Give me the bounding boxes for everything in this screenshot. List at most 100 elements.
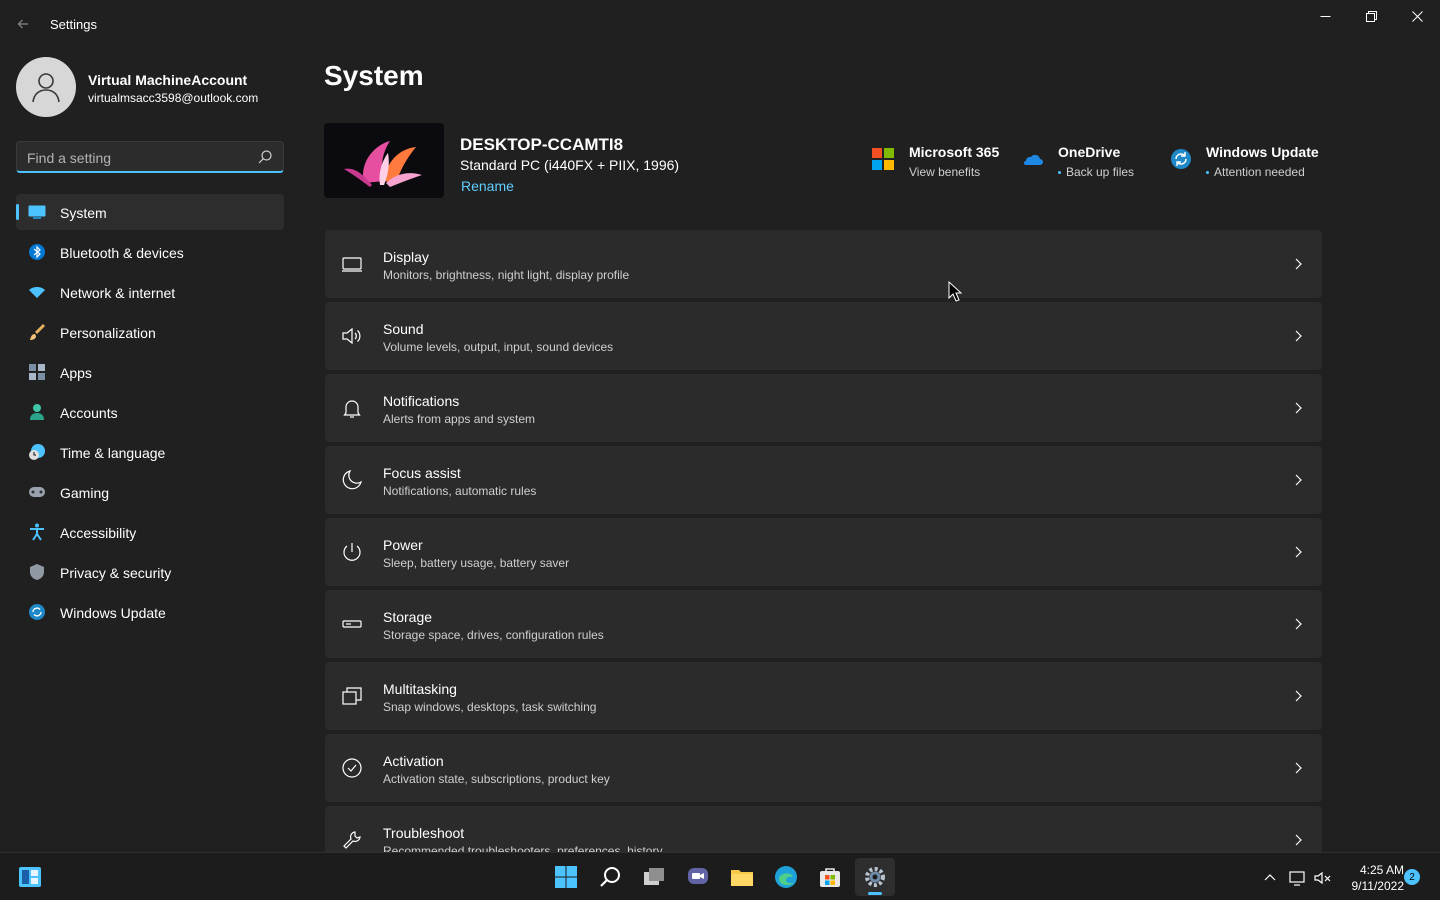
sidebar-item-windows-update[interactable]: Windows Update	[16, 594, 284, 630]
chevron-right-icon	[1295, 618, 1302, 630]
profile-name: Virtual MachineAccount	[88, 72, 248, 88]
update-icon	[28, 603, 46, 621]
card-notifications[interactable]: Notifications Alerts from apps and syste…	[325, 374, 1322, 442]
arrow-left-icon	[17, 19, 28, 29]
power-icon	[343, 543, 361, 561]
sidebar-item-accessibility[interactable]: Accessibility	[16, 514, 284, 550]
taskbar-clock[interactable]: 4:25 AM 9/11/2022	[1338, 862, 1405, 894]
quick-link-title: Microsoft 365	[909, 144, 1000, 160]
card-multitasking[interactable]: Multitasking Snap windows, desktops, tas…	[325, 662, 1322, 730]
card-display[interactable]: Display Monitors, brightness, night ligh…	[325, 230, 1322, 298]
search-taskbar-button[interactable]	[590, 858, 630, 896]
card-title: Sound	[383, 321, 424, 337]
card-power[interactable]: Power Sleep, battery usage, battery save…	[325, 518, 1322, 586]
status-dot	[1058, 171, 1061, 175]
check-circle-icon	[342, 758, 362, 778]
search-box[interactable]	[16, 141, 284, 173]
card-description: Alerts from apps and system	[383, 412, 536, 426]
chat-button[interactable]	[678, 858, 718, 896]
chat-icon	[688, 868, 708, 884]
profile-email: virtualmsacc3598@outlook.com	[88, 91, 259, 105]
quick-link-microsoft-365[interactable]: Microsoft 365 View benefits	[872, 142, 1012, 182]
card-storage[interactable]: Storage Storage space, drives, configura…	[325, 590, 1322, 658]
sidebar-item-network[interactable]: Network & internet	[16, 274, 284, 310]
store-icon	[820, 868, 840, 887]
sidebar-item-label: Gaming	[60, 485, 110, 501]
widgets-button[interactable]	[10, 858, 50, 896]
quick-link-subtitle: View benefits	[909, 165, 981, 179]
sidebar-item-label: Privacy & security	[60, 565, 172, 581]
microsoft-store-button[interactable]	[810, 858, 850, 896]
storage-icon	[342, 620, 362, 628]
quick-link-subtitle-row: Attention needed	[1206, 165, 1305, 179]
speaker-icon	[342, 327, 361, 345]
account-profile[interactable]: Virtual MachineAccount virtualmsacc3598@…	[16, 57, 286, 117]
network-tray-button[interactable]	[1289, 869, 1307, 887]
sidebar-item-bluetooth[interactable]: Bluetooth & devices	[16, 234, 284, 270]
close-button[interactable]	[1394, 0, 1440, 32]
card-description: Snap windows, desktops, task switching	[383, 700, 597, 714]
back-button[interactable]	[12, 14, 34, 34]
page-title: System	[324, 60, 424, 91]
search-icon[interactable]	[257, 149, 273, 165]
status-dot	[1206, 171, 1209, 175]
close-icon	[1411, 10, 1423, 22]
microsoft-365-icon	[872, 148, 894, 170]
sidebar-item-system[interactable]: System	[16, 194, 284, 230]
accounts-icon	[28, 403, 46, 421]
card-troubleshoot[interactable]: Troubleshoot Recommended troubleshooters…	[325, 806, 1322, 852]
card-description: Activation state, subscriptions, product…	[383, 772, 610, 786]
sidebar-item-accounts[interactable]: Accounts	[16, 394, 284, 430]
sidebar-item-personalization[interactable]: Personalization	[16, 314, 284, 350]
sidebar-item-time-language[interactable]: Time & language	[16, 434, 284, 470]
restore-button[interactable]	[1348, 0, 1394, 32]
card-title: Power	[383, 537, 423, 553]
quick-link-windows-update[interactable]: Windows Update Attention needed	[1170, 142, 1320, 182]
task-view-icon	[644, 868, 664, 885]
sidebar-item-apps[interactable]: Apps	[16, 354, 284, 390]
file-explorer-button[interactable]	[722, 858, 762, 896]
card-activation[interactable]: Activation Activation state, subscriptio…	[325, 734, 1322, 802]
chevron-right-icon	[1295, 546, 1302, 558]
card-title: Activation	[383, 753, 444, 769]
start-button[interactable]	[546, 858, 586, 896]
card-title: Storage	[383, 609, 433, 625]
quick-link-onedrive[interactable]: OneDrive Back up files	[1021, 142, 1151, 182]
sidebar-item-label: Personalization	[60, 325, 156, 341]
volume-tray-button[interactable]	[1314, 869, 1332, 887]
gear-icon	[865, 867, 885, 887]
settings-taskbar-button[interactable]	[855, 858, 895, 896]
windows-update-icon	[1171, 149, 1191, 169]
network-monitor-icon	[1289, 871, 1305, 886]
settings-window: Settings Virtual MachineAccount virtualm…	[0, 0, 1440, 852]
rename-link[interactable]: Rename	[461, 178, 514, 194]
card-title: Notifications	[383, 393, 460, 409]
show-hidden-icons-button[interactable]	[1261, 869, 1279, 887]
search-input[interactable]	[27, 148, 247, 168]
chevron-right-icon	[1295, 330, 1302, 342]
moon-icon	[342, 470, 362, 490]
app-title: Settings	[50, 17, 97, 32]
device-spec: Standard PC (i440FX + PIIX, 1996)	[460, 157, 680, 173]
quick-link-subtitle: Attention needed	[1214, 165, 1305, 179]
sidebar-item-label: Accounts	[60, 405, 118, 421]
edge-icon	[775, 866, 797, 888]
notification-badge[interactable]: 2	[1404, 869, 1420, 885]
accessibility-icon	[28, 523, 46, 541]
card-description: Monitors, brightness, night light, displ…	[383, 268, 630, 282]
wallpaper-image	[324, 123, 444, 198]
card-sound[interactable]: Sound Volume levels, output, input, soun…	[325, 302, 1322, 370]
title-bar: Settings	[0, 0, 1440, 48]
task-view-button[interactable]	[634, 858, 674, 896]
sidebar-item-privacy[interactable]: Privacy & security	[16, 554, 284, 590]
card-focus-assist[interactable]: Focus assist Notifications, automatic ru…	[325, 446, 1322, 514]
edge-browser-button[interactable]	[766, 858, 806, 896]
shield-icon	[28, 563, 46, 581]
multitasking-icon	[342, 687, 362, 705]
chevron-right-icon	[1295, 258, 1302, 270]
clock-time: 4:25 AM	[1359, 863, 1404, 877]
onedrive-icon	[1024, 154, 1043, 165]
minimize-button[interactable]	[1302, 0, 1348, 32]
widgets-icon	[19, 867, 41, 887]
sidebar-item-gaming[interactable]: Gaming	[16, 474, 284, 510]
